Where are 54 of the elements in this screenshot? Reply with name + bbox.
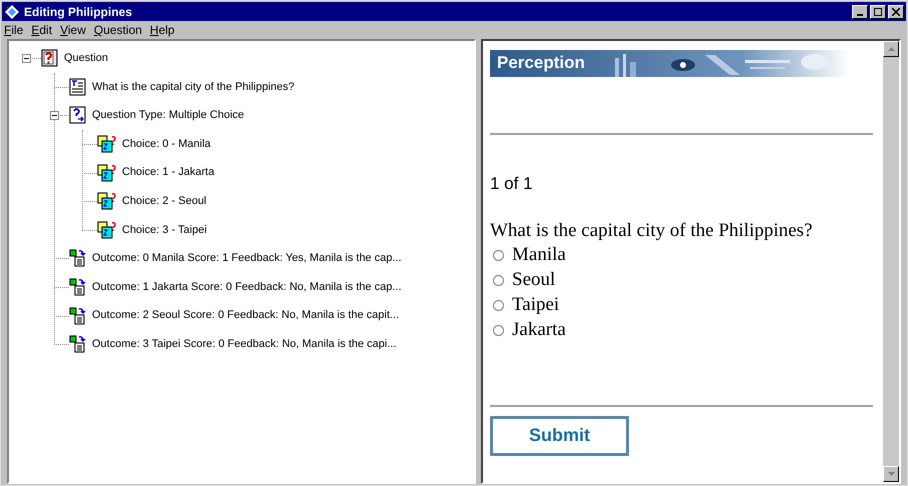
- menu-item[interactable]: Help: [150, 21, 175, 39]
- radio-button[interactable]: [493, 250, 504, 260]
- document-icon: [69, 78, 87, 96]
- maximize-button[interactable]: [870, 4, 886, 18]
- window-title: Editing Philippines: [24, 4, 132, 20]
- tree-item[interactable]: Choice: 0 - Manila: [122, 136, 211, 152]
- down-arrow-icon: [888, 472, 894, 476]
- minimize-button[interactable]: [852, 4, 868, 18]
- tree-item[interactable]: Question Type: Multiple Choice: [92, 107, 244, 124]
- close-button[interactable]: [888, 4, 904, 18]
- tree-item[interactable]: What is the capital city of the Philippines?: [92, 78, 294, 96]
- tree-item[interactable]: Outcome: 2 Seoul Score: 0 Feedback: No, Manila is the capit...: [92, 307, 399, 324]
- tree-item[interactable]: Question: [64, 50, 108, 67]
- scrollbar[interactable]: [883, 41, 899, 482]
- tree-item[interactable]: Outcome: 0 Manila Score: 1 Feedback: Yes, Manila is the cap...: [92, 250, 402, 267]
- collapse-toggle[interactable]: [22, 54, 30, 63]
- choice-icon: [97, 164, 117, 182]
- option-label: Manila: [512, 242, 566, 267]
- choice-icon: [97, 192, 117, 210]
- outcome-icon: [69, 306, 87, 325]
- outcome-icon: [69, 278, 87, 296]
- option-label: Taipei: [512, 292, 560, 317]
- tree-item[interactable]: Outcome: 1 Jakarta Score: 0 Feedback: No, Manila is the cap...: [92, 278, 402, 296]
- question-icon: [41, 49, 59, 68]
- menu-item[interactable]: View: [60, 21, 86, 39]
- choice-icon: [97, 220, 117, 239]
- up-arrow-icon: [888, 47, 894, 51]
- menu-item[interactable]: Question: [94, 21, 142, 39]
- tree-item[interactable]: Choice: 3 - Taipei: [122, 222, 207, 238]
- question-list-icon: [69, 106, 87, 124]
- close-icon: [892, 8, 900, 16]
- tree-item[interactable]: Choice: 2 - Seoul: [122, 193, 206, 210]
- choice-icon: [97, 135, 117, 154]
- option-label: Seoul: [512, 268, 556, 292]
- tree-item[interactable]: Outcome: 3 Taipei Score: 0 Feedback: No, Manila is the capi...: [92, 336, 396, 352]
- radio-button[interactable]: [493, 300, 504, 310]
- tree-item[interactable]: Choice: 1 - Jakarta: [122, 164, 214, 181]
- radio-button[interactable]: [493, 274, 504, 286]
- menu-item[interactable]: Edit: [31, 21, 52, 39]
- maximize-icon: [874, 8, 882, 16]
- menu-item[interactable]: File: [4, 21, 24, 39]
- radio-button[interactable]: [493, 324, 504, 336]
- question-counter: 1 of 1: [490, 173, 534, 195]
- question-text: What is the capital city of the Philippines?: [490, 218, 814, 242]
- outcome-icon: [69, 249, 87, 268]
- minimize-icon: [857, 14, 863, 16]
- outcome-icon: [69, 335, 87, 354]
- scroll-up-button[interactable]: [883, 41, 899, 57]
- scroll-down-button[interactable]: [883, 466, 899, 482]
- collapse-toggle[interactable]: [50, 110, 58, 120]
- banner-title: Perception: [497, 52, 585, 74]
- app-icon: [4, 4, 20, 20]
- option-label: Jakarta: [512, 318, 566, 342]
- submit-button[interactable]: Submit: [490, 416, 629, 456]
